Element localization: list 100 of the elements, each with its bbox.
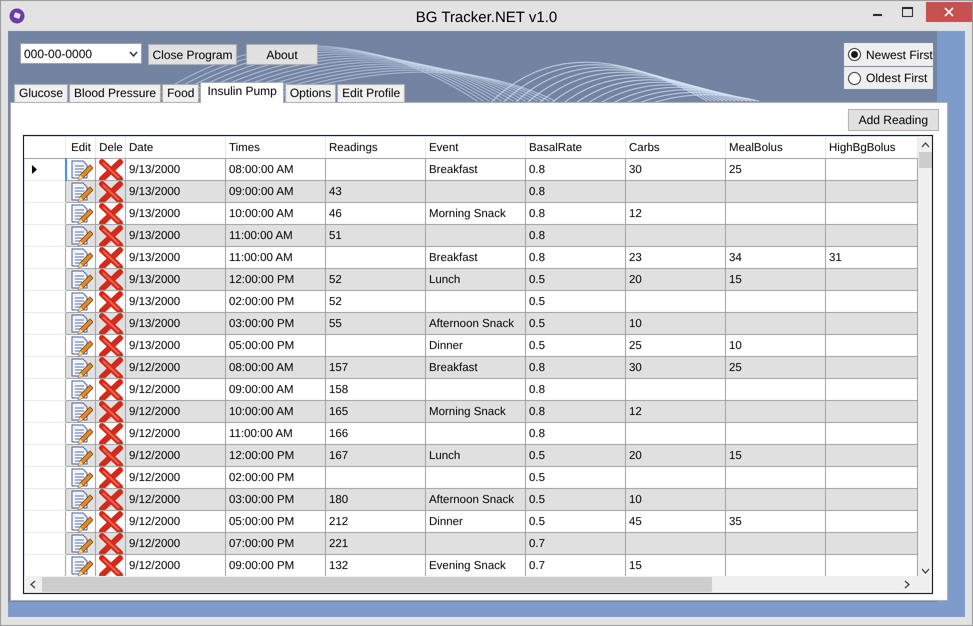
window-title: BG Tracker.NET v1.0 <box>416 9 558 26</box>
delete-x-icon[interactable] <box>98 358 124 378</box>
delete-x-icon[interactable] <box>98 204 124 224</box>
delete-x-icon[interactable] <box>98 468 124 488</box>
table-cell: 03:00:00 PM <box>226 488 326 510</box>
table-cell: Afternoon Snack <box>426 312 526 334</box>
edit-document-icon[interactable] <box>68 204 92 224</box>
edit-document-icon[interactable] <box>68 402 92 422</box>
edit-document-icon[interactable] <box>68 226 92 246</box>
scroll-up-icon[interactable] <box>920 142 930 148</box>
radio-button[interactable] <box>848 48 861 61</box>
table-cell: 15 <box>726 444 826 466</box>
table-cell: 9/13/2000 <box>126 180 226 202</box>
delete-x-icon[interactable] <box>98 446 124 466</box>
table-cell: Afternoon Snack <box>426 488 526 510</box>
minimize-icon <box>872 14 882 16</box>
delete-x-icon[interactable] <box>98 490 124 510</box>
delete-x-icon[interactable] <box>98 336 124 356</box>
table-cell: Lunch <box>426 444 526 466</box>
delete-x-icon[interactable] <box>98 248 124 268</box>
table-cell: 11:00:00 AM <box>226 224 326 246</box>
edit-document-icon[interactable] <box>68 248 92 268</box>
column-header[interactable]: Date <box>126 136 226 158</box>
edit-document-icon[interactable] <box>68 468 92 488</box>
edit-document-icon[interactable] <box>68 380 92 400</box>
table-cell: 08:00:00 AM <box>226 356 326 378</box>
column-header[interactable]: Times <box>226 136 326 158</box>
radio-label[interactable]: Oldest First <box>866 69 928 87</box>
edit-document-icon[interactable] <box>68 512 92 532</box>
scroll-left-icon[interactable] <box>30 580 36 589</box>
edit-document-icon[interactable] <box>68 336 92 356</box>
radio-button[interactable] <box>848 72 861 84</box>
delete-x-icon[interactable] <box>98 292 124 312</box>
delete-x-icon[interactable] <box>98 424 124 444</box>
toolbar-button[interactable]: Close Program <box>148 44 237 65</box>
delete-x-icon[interactable] <box>98 380 124 400</box>
delete-x-icon[interactable] <box>98 226 124 246</box>
scroll-right-icon[interactable] <box>904 580 910 589</box>
column-header[interactable]: MealBolus <box>726 136 826 158</box>
tab[interactable]: Insulin Pump <box>200 82 284 103</box>
column-header[interactable]: HighBgBolus <box>826 136 918 158</box>
radio-label[interactable]: Newest First <box>866 46 933 64</box>
tab[interactable]: Blood Pressure <box>69 84 162 102</box>
table-cell: 0.8 <box>526 180 626 202</box>
table-cell: 180 <box>326 488 426 510</box>
edit-document-icon[interactable] <box>68 314 92 334</box>
edit-document-icon[interactable] <box>68 270 92 290</box>
table-cell: 12:00:00 PM <box>226 268 326 290</box>
delete-x-icon[interactable] <box>98 314 124 334</box>
close-icon <box>944 6 954 16</box>
patient-select[interactable]: 000-00-0000 <box>20 43 142 64</box>
delete-x-icon[interactable] <box>98 534 124 554</box>
scroll-down-icon[interactable] <box>920 568 930 574</box>
edit-document-icon[interactable] <box>68 292 92 312</box>
patient-id-text: 000-00-0000 <box>24 46 92 62</box>
table-cell: 10 <box>626 488 726 510</box>
column-header[interactable]: BasalRate <box>526 136 626 158</box>
edit-document-icon[interactable] <box>68 446 92 466</box>
column-header[interactable]: Readings <box>326 136 426 158</box>
delete-x-icon[interactable] <box>98 160 124 180</box>
table-cell: 0.8 <box>526 224 626 246</box>
column-header[interactable]: Edit <box>66 136 96 158</box>
edit-document-icon[interactable] <box>68 534 92 554</box>
table-cell: 25 <box>726 356 826 378</box>
add-reading-button[interactable]: Add Reading <box>848 109 939 131</box>
tab[interactable]: Food <box>162 84 200 102</box>
delete-x-icon[interactable] <box>98 556 124 576</box>
edit-document-icon[interactable] <box>68 182 92 202</box>
delete-x-icon[interactable] <box>98 182 124 202</box>
edit-document-icon[interactable] <box>68 358 92 378</box>
maximize-icon <box>902 6 912 16</box>
table-cell: 09:00:00 AM <box>226 180 326 202</box>
column-header[interactable]: Carbs <box>626 136 726 158</box>
tab[interactable]: Edit Profile <box>337 84 406 102</box>
tab[interactable]: Glucose <box>14 84 68 102</box>
table-cell: 9/12/2000 <box>126 356 226 378</box>
close-button[interactable] <box>926 2 972 22</box>
table-cell: 9/12/2000 <box>126 488 226 510</box>
scrollbar-thumb[interactable] <box>918 152 932 168</box>
toolbar-button[interactable]: About <box>246 44 318 65</box>
table-cell: Breakfast <box>426 356 526 378</box>
column-header[interactable]: Event <box>426 136 526 158</box>
delete-x-icon[interactable] <box>98 512 124 532</box>
table-cell: 10 <box>626 312 726 334</box>
table-cell: 20 <box>626 444 726 466</box>
table-cell: 9/12/2000 <box>126 532 226 554</box>
table-cell: Lunch <box>426 268 526 290</box>
edit-document-icon[interactable] <box>68 160 93 180</box>
scrollbar-thumb[interactable] <box>42 577 712 592</box>
table-cell: 43 <box>326 180 426 202</box>
edit-document-icon[interactable] <box>68 424 92 444</box>
edit-document-icon[interactable] <box>68 490 92 510</box>
delete-x-icon[interactable] <box>98 402 124 422</box>
table-cell: 0.8 <box>526 400 626 422</box>
column-header[interactable]: Dele <box>96 136 126 158</box>
delete-x-icon[interactable] <box>98 270 124 290</box>
tab[interactable]: Options <box>284 84 336 102</box>
table-cell: 03:00:00 PM <box>226 312 326 334</box>
table-cell: Morning Snack <box>426 400 526 422</box>
edit-document-icon[interactable] <box>68 556 92 576</box>
